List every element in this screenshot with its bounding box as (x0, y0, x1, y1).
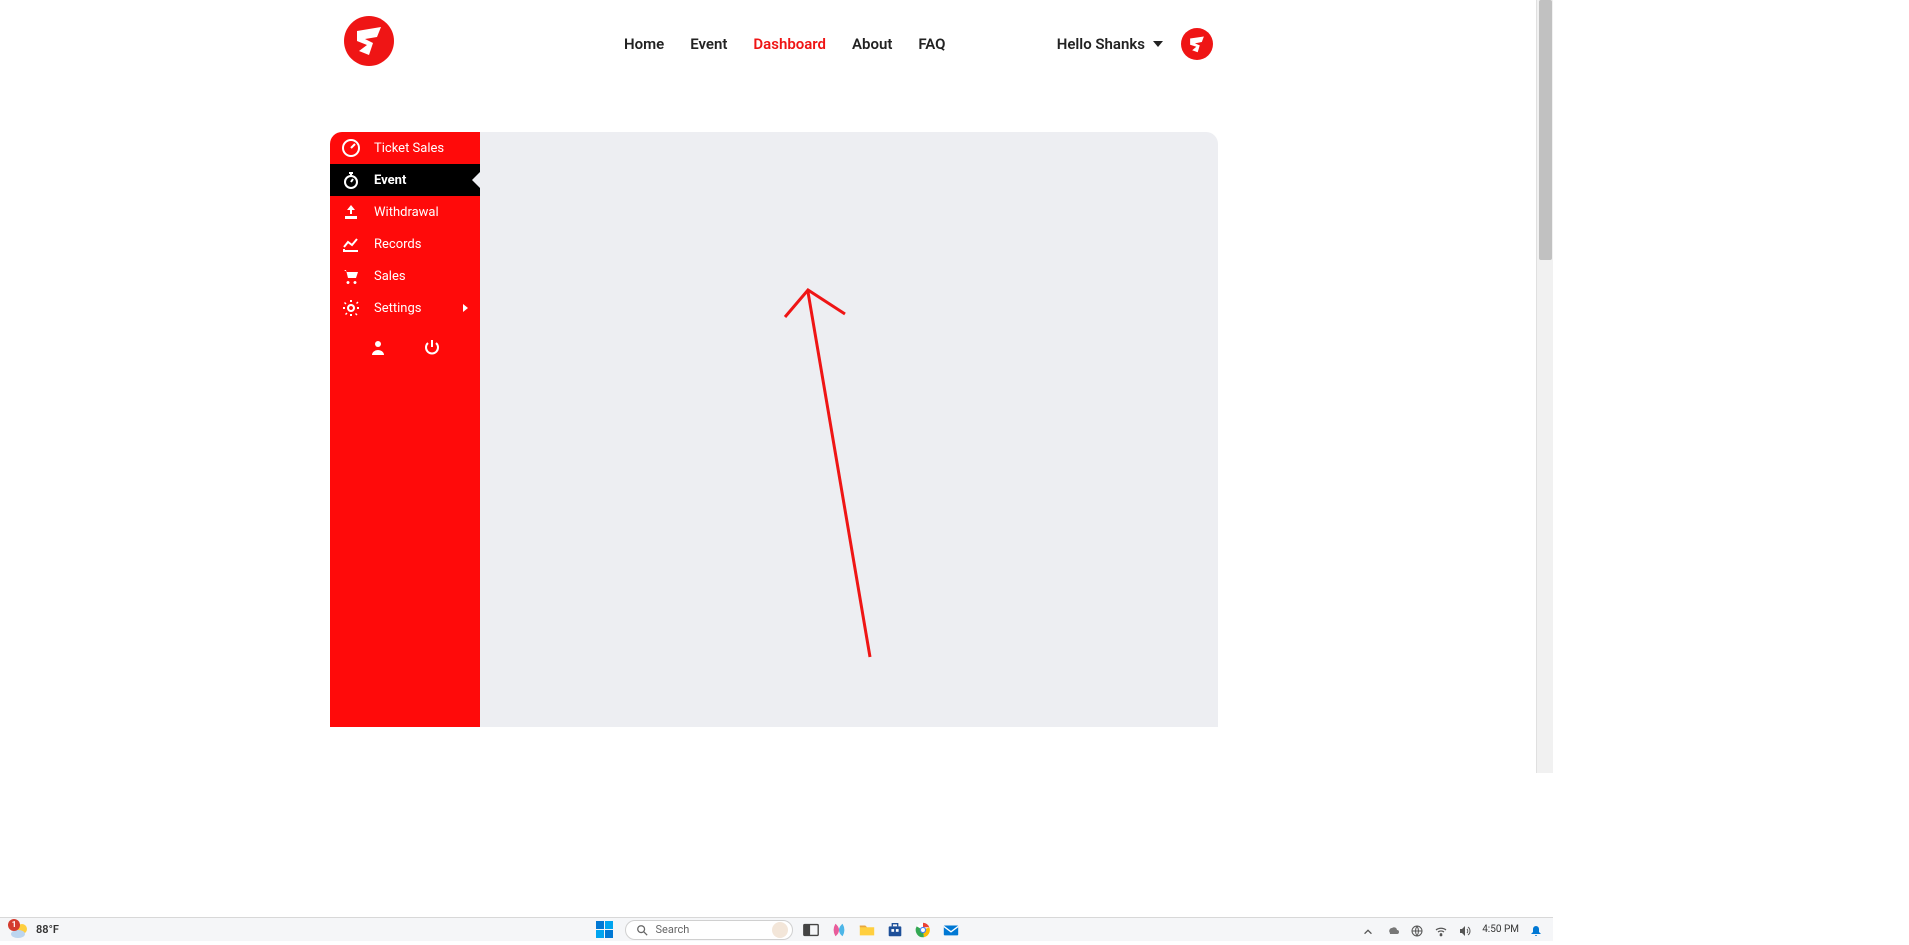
cart-icon (342, 267, 360, 285)
taskbar-copilot[interactable] (829, 920, 849, 940)
windows-taskbar: 1 88°F Search (0, 917, 1553, 941)
tray-volume-icon[interactable] (1458, 923, 1472, 937)
tray-onedrive-icon[interactable] (1386, 923, 1400, 937)
page-header: Home Event Dashboard About FAQ Hello Sha… (0, 0, 1553, 132)
annotation-arrow (780, 282, 920, 662)
taskbar-system-tray: 4:50 PM (1362, 923, 1553, 937)
caret-right-icon (463, 304, 468, 312)
taskbar-chrome[interactable] (913, 920, 933, 940)
sidebar-item-ticket-sales[interactable]: Ticket Sales (330, 132, 480, 164)
sidebar-item-label: Ticket Sales (374, 141, 444, 156)
user-avatar[interactable] (1181, 28, 1213, 60)
sidebar-item-records[interactable]: Records (330, 228, 480, 260)
profile-icon[interactable] (369, 338, 387, 356)
gear-icon (342, 299, 360, 317)
sidebar-item-label: Withdrawal (374, 205, 439, 220)
taskbar-file-explorer[interactable] (857, 920, 877, 940)
dashboard-sidebar: Ticket Sales Event Withdrawal Records (330, 132, 480, 727)
nav-event[interactable]: Event (690, 35, 727, 53)
nav-home[interactable]: Home (624, 35, 664, 53)
search-highlight-icon (772, 922, 788, 938)
sidebar-bottom-actions (330, 324, 480, 370)
sidebar-item-label: Settings (374, 301, 421, 316)
weather-temp: 88°F (36, 923, 59, 936)
top-nav: Home Event Dashboard About FAQ (624, 35, 946, 53)
clock-time: 4:50 PM (1482, 924, 1519, 935)
nav-dashboard[interactable]: Dashboard (753, 35, 826, 53)
nav-faq[interactable]: FAQ (918, 35, 945, 53)
windows-logo-icon (596, 921, 613, 938)
caret-down-icon (1153, 41, 1163, 47)
power-icon[interactable] (423, 338, 441, 356)
taskbar-search[interactable]: Search (625, 920, 793, 940)
page-scrollbar[interactable] (1536, 0, 1553, 773)
search-icon (636, 924, 648, 936)
user-avatar-icon (1186, 33, 1208, 55)
user-greeting-text: Hello Shanks (1057, 35, 1145, 53)
start-button[interactable] (593, 918, 617, 942)
sidebar-item-label: Records (374, 237, 421, 252)
nav-about[interactable]: About (852, 35, 892, 53)
tray-overflow-icon[interactable] (1362, 923, 1376, 937)
dashboard-container: Ticket Sales Event Withdrawal Records (330, 132, 1218, 727)
taskbar-center: Search (593, 918, 961, 942)
weather-icon: 1 (8, 919, 30, 941)
brand-logo-icon (351, 23, 387, 59)
sidebar-item-label: Event (374, 173, 406, 188)
search-placeholder: Search (656, 923, 782, 936)
sidebar-item-settings[interactable]: Settings (330, 292, 480, 324)
sidebar-item-withdrawal[interactable]: Withdrawal (330, 196, 480, 228)
chart-line-icon (342, 235, 360, 253)
weather-badge: 1 (8, 919, 20, 931)
taskbar-mail[interactable] (941, 920, 961, 940)
upload-icon (342, 203, 360, 221)
taskbar-task-view[interactable] (801, 920, 821, 940)
tray-wifi-icon[interactable] (1434, 923, 1448, 937)
brand-logo[interactable] (344, 16, 400, 72)
taskbar-microsoft-store[interactable] (885, 920, 905, 940)
sidebar-item-event[interactable]: Event (330, 164, 480, 196)
taskbar-weather[interactable]: 1 88°F (0, 919, 59, 941)
stopwatch-icon (342, 171, 360, 189)
tray-language-icon[interactable] (1410, 923, 1424, 937)
taskbar-clock[interactable]: 4:50 PM (1482, 924, 1519, 935)
scrollbar-thumb[interactable] (1539, 0, 1552, 260)
gauge-icon (342, 139, 360, 157)
dashboard-main-content (480, 132, 1218, 727)
sidebar-item-sales[interactable]: Sales (330, 260, 480, 292)
user-area: Hello Shanks (1057, 28, 1213, 60)
notification-bell-icon[interactable] (1529, 923, 1543, 937)
user-greeting-dropdown[interactable]: Hello Shanks (1057, 35, 1163, 53)
sidebar-item-label: Sales (374, 269, 406, 284)
